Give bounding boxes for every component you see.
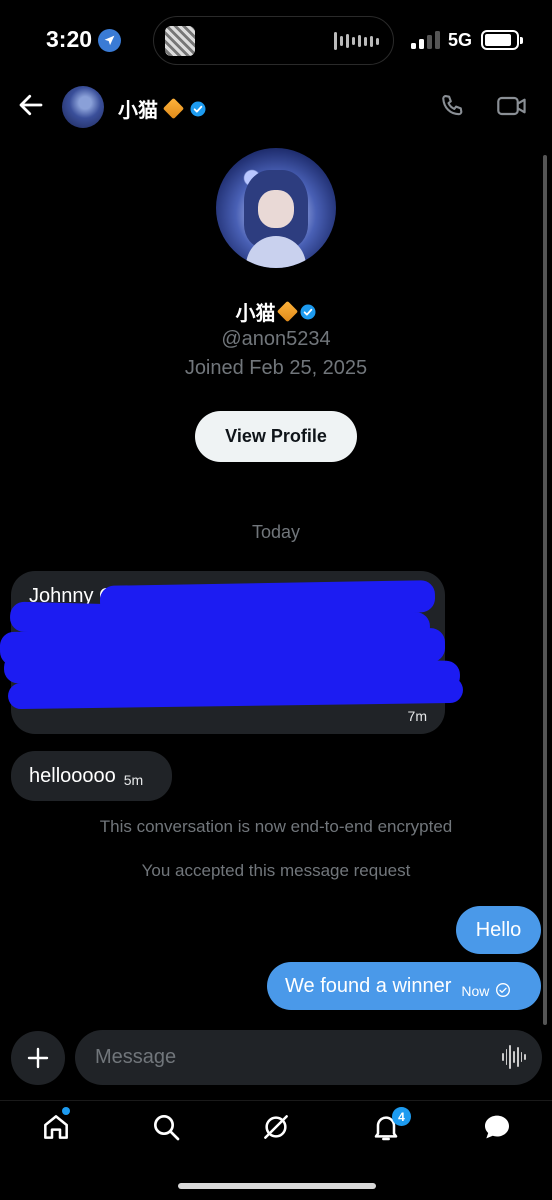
read-check-icon <box>496 983 511 997</box>
view-profile-button[interactable]: View Profile <box>195 411 357 462</box>
battery-icon <box>481 30 523 50</box>
search-icon[interactable] <box>150 1111 182 1143</box>
verified-badge-icon <box>300 304 315 319</box>
message-text: Hello <box>475 918 522 941</box>
message-text: hellooooo <box>29 764 116 787</box>
message-time: 5m <box>123 772 144 788</box>
home-icon[interactable] <box>40 1111 72 1143</box>
grok-icon[interactable] <box>260 1111 292 1143</box>
profile-joined-date: Joined Feb 25, 2025 <box>184 357 368 379</box>
status-bar: 3:20 5G <box>0 0 552 84</box>
messages-icon[interactable] <box>481 1111 513 1143</box>
home-unread-dot <box>62 1107 70 1115</box>
diamond-badge-icon <box>276 300 298 323</box>
message-text: We found a winner <box>285 974 452 997</box>
outgoing-message-bubble[interactable]: We found a winner Now <box>267 962 541 1010</box>
voice-message-icon[interactable] <box>502 1044 527 1070</box>
notification-count-badge: 4 <box>392 1107 411 1126</box>
diamond-badge-icon <box>162 97 185 120</box>
message-time: Now <box>461 983 490 999</box>
add-attachment-button[interactable] <box>11 1031 65 1085</box>
outgoing-message-bubble[interactable]: Hello <box>456 906 541 954</box>
back-arrow-icon[interactable] <box>16 90 46 120</box>
location-arrow-icon <box>98 29 121 52</box>
encryption-notice: This conversation is now end-to-end encr… <box>99 817 453 836</box>
video-camera-icon[interactable] <box>496 92 528 120</box>
incoming-message-bubble[interactable]: hellooooo 5m <box>11 751 172 801</box>
message-time: 7m <box>407 708 427 724</box>
conversation-header: 小猫 <box>0 84 552 130</box>
verified-badge-icon <box>190 101 206 116</box>
audio-waveform-icon <box>334 30 379 52</box>
network-type: 5G <box>448 30 473 50</box>
profile-avatar[interactable] <box>216 148 336 268</box>
profile-handle: @anon5234 <box>221 328 331 350</box>
date-divider: Today <box>251 522 301 542</box>
dynamic-island[interactable] <box>153 16 394 65</box>
cellular-signal-icon <box>411 31 440 49</box>
header-contact-name[interactable]: 小猫 <box>118 94 207 123</box>
plus-icon <box>27 1047 49 1069</box>
scrollbar[interactable] <box>543 155 547 1025</box>
phone-icon[interactable] <box>438 92 466 120</box>
status-time: 3:20 <box>46 26 93 52</box>
request-accepted-notice: You accepted this message request <box>141 861 411 880</box>
profile-name-text: 小猫 <box>235 303 276 325</box>
now-playing-artwork <box>165 26 195 56</box>
message-composer <box>75 1030 542 1085</box>
header-name-text: 小猫 <box>118 100 158 122</box>
profile-name: 小猫 <box>0 297 552 326</box>
message-input[interactable] <box>95 1030 485 1085</box>
home-indicator[interactable] <box>178 1183 376 1189</box>
header-avatar[interactable] <box>62 86 104 128</box>
